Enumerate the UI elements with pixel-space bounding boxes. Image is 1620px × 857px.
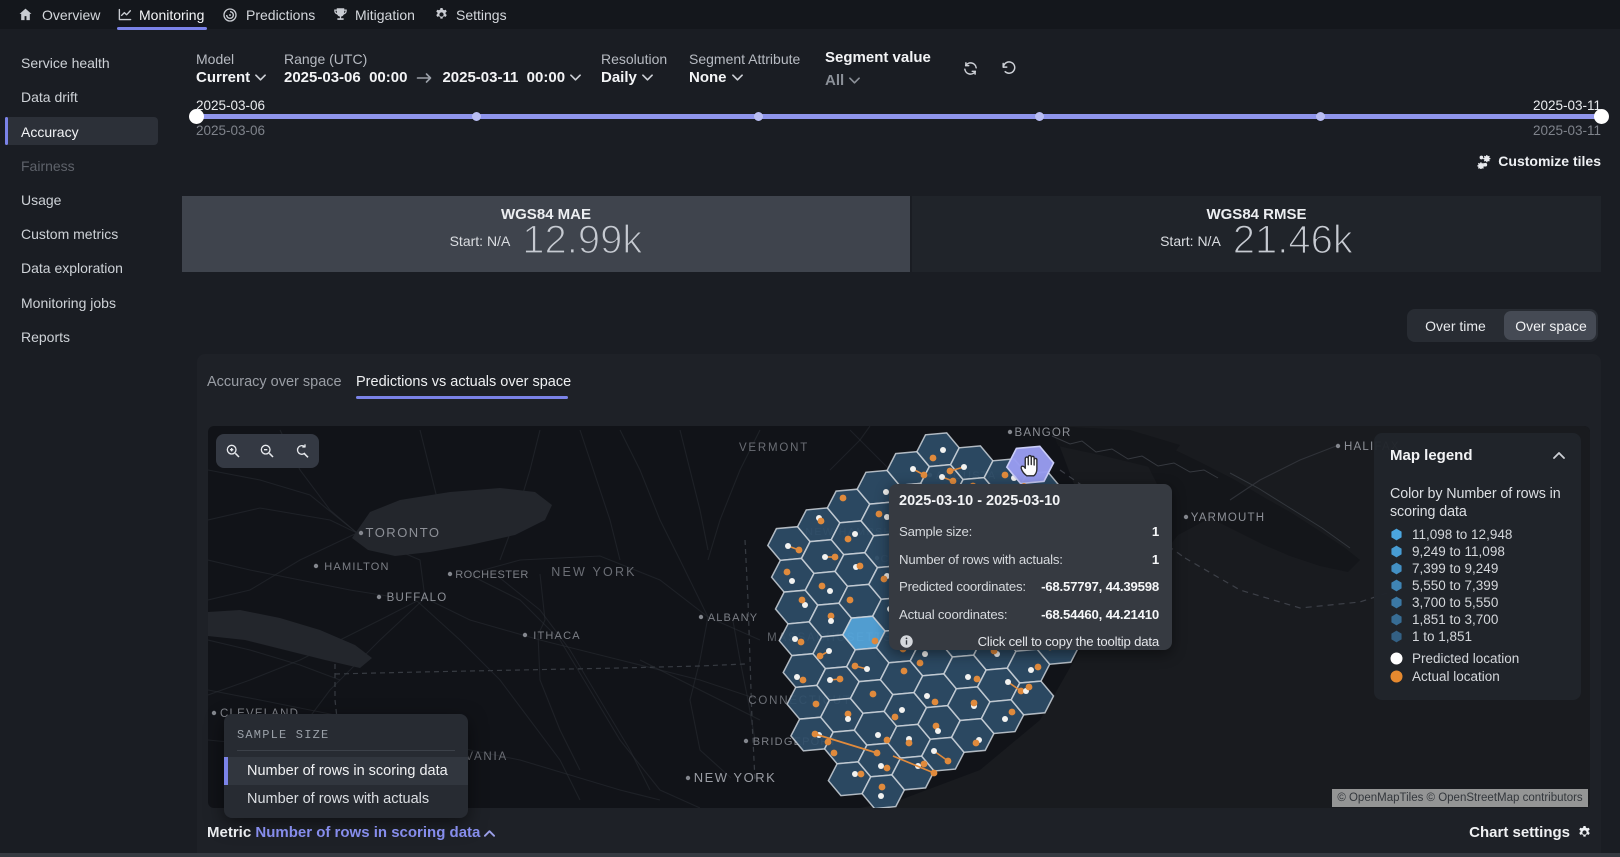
svg-text:BUFFALO: BUFFALO <box>387 592 448 604</box>
svg-text:TORONTO: TORONTO <box>365 525 440 540</box>
svg-text:ROCHESTER: ROCHESTER <box>455 569 529 581</box>
svg-text:NEW YORK: NEW YORK <box>694 770 777 785</box>
svg-text:NEW YORK: NEW YORK <box>551 565 636 579</box>
svg-text:YARMOUTH: YARMOUTH <box>1191 512 1266 524</box>
svg-text:ITHACA: ITHACA <box>533 630 581 642</box>
svg-text:BANGOR: BANGOR <box>1014 427 1071 439</box>
svg-text:HAMILTON: HAMILTON <box>324 561 389 573</box>
svg-text:ALBANY: ALBANY <box>708 612 759 624</box>
svg-text:VERMONT: VERMONT <box>739 442 809 454</box>
